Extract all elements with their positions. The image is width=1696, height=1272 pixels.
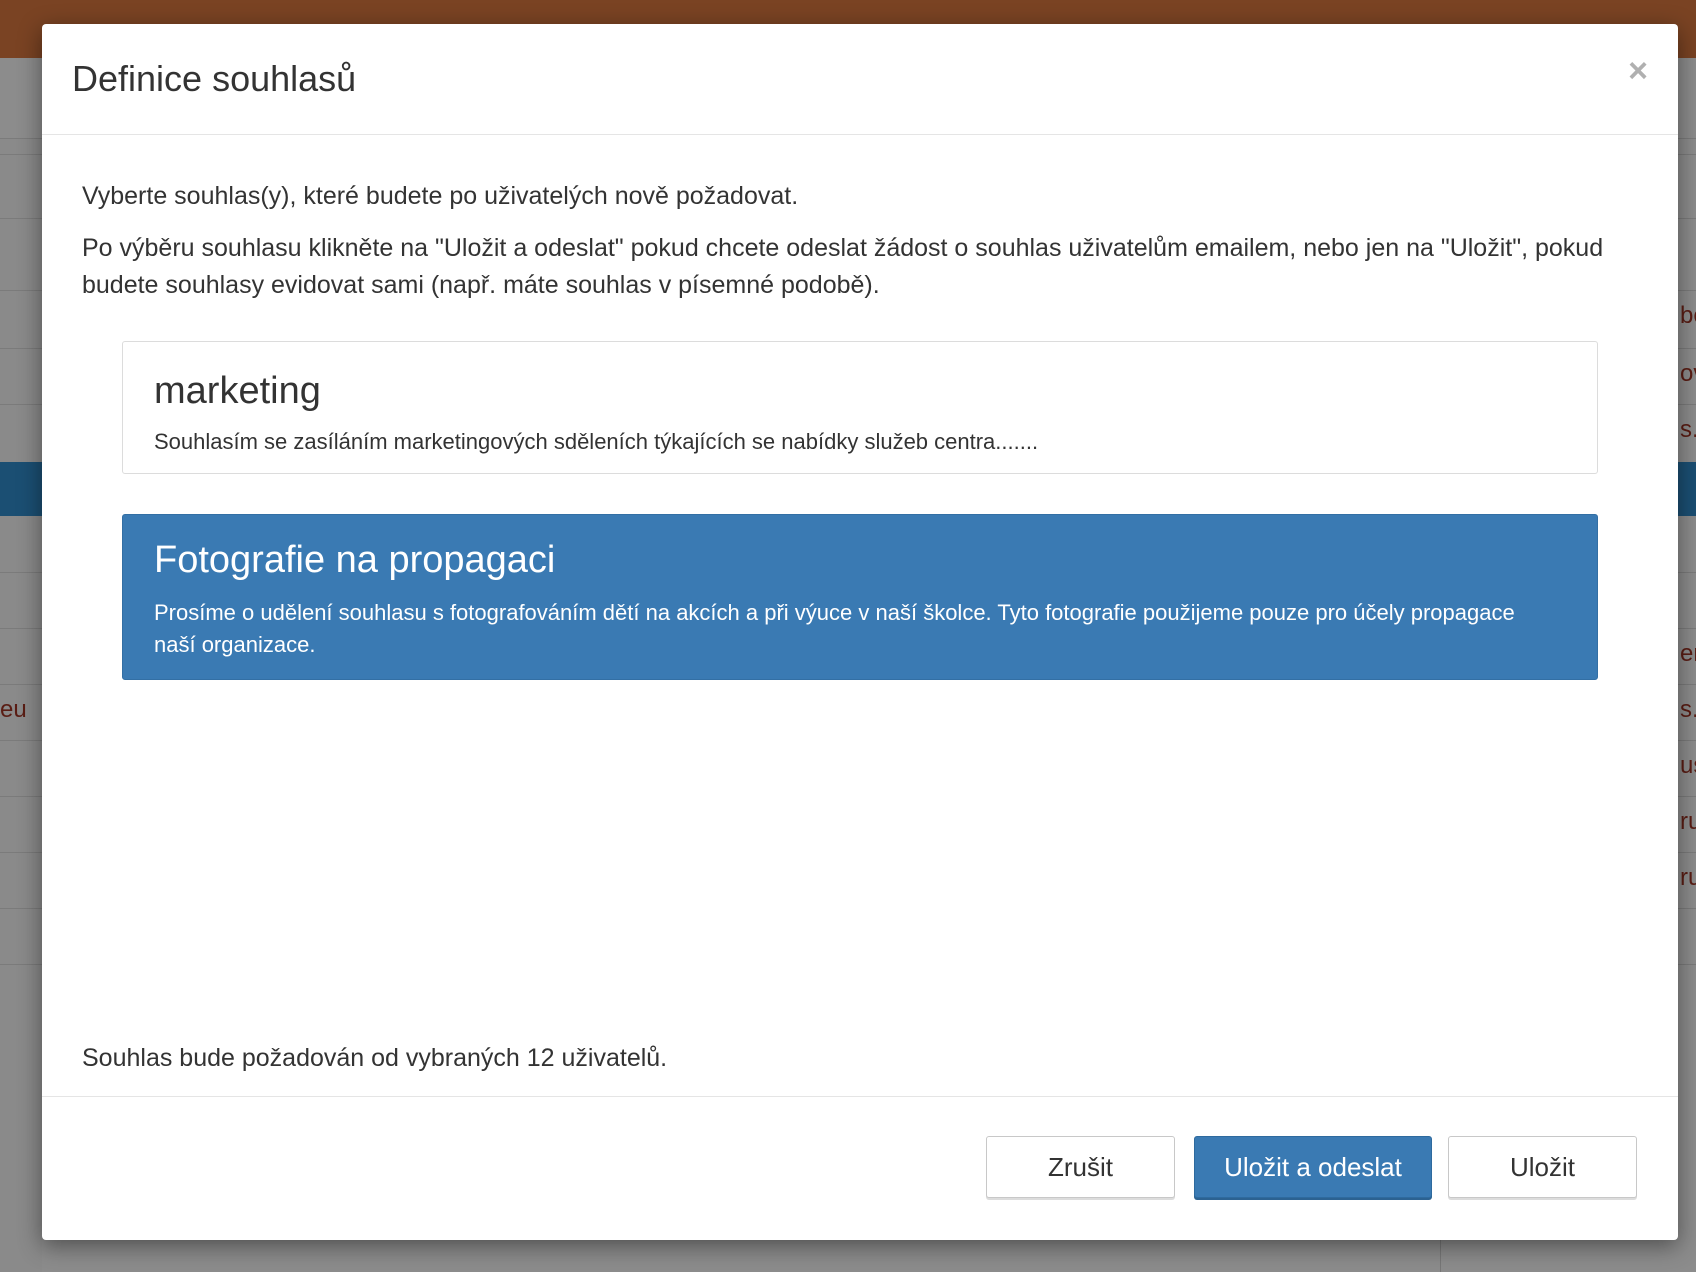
consent-title: Fotografie na propagaci (154, 539, 556, 581)
consent-option-marketing[interactable]: marketing Souhlasím se zasíláním marketi… (122, 341, 1598, 474)
consent-description: Souhlasím se zasíláním marketingových sd… (154, 429, 1039, 454)
bg-text-fragment: us (1680, 752, 1696, 779)
dialog-intro: Vyberte souhlas(y), které budete po uživ… (82, 178, 1632, 319)
dialog-footer (42, 1096, 1678, 1240)
bg-text-fragment: s.e (1680, 696, 1696, 723)
bg-text-fragment: s.e (1680, 416, 1696, 443)
bg-text-fragment: ru (1680, 864, 1696, 891)
dialog-title: Definice souhlasů (72, 58, 357, 99)
consent-description: Prosíme o udělení souhlasu s fotografová… (154, 600, 1515, 657)
close-icon[interactable]: × (1628, 54, 1648, 88)
consent-title: marketing (154, 370, 321, 412)
bg-text-fragment: ru (1680, 808, 1696, 835)
bg-text-fragment: ov (1680, 360, 1696, 387)
intro-explanation: Po výběru souhlasu klikněte na "Uložit a… (82, 234, 1604, 299)
consent-definition-dialog: Definice souhlasů × Vyberte souhlas(y), … (42, 24, 1678, 1240)
bg-text-fragment: be (1680, 302, 1696, 329)
cancel-button[interactable]: Zrušit (986, 1136, 1175, 1198)
bg-text-fragment: er (1680, 640, 1696, 667)
bg-text-fragment: eu (0, 696, 27, 723)
dialog-header: Definice souhlasů × (42, 24, 1678, 135)
intro-instruction: Vyberte souhlas(y), které budete po uživ… (82, 182, 799, 210)
save-button[interactable]: Uložit (1448, 1136, 1637, 1198)
consent-option-photography[interactable]: Fotografie na propagaci Prosíme o udělen… (122, 514, 1598, 680)
selected-users-summary: Souhlas bude požadován od vybraných 12 u… (82, 1044, 668, 1072)
save-and-send-button[interactable]: Uložit a odeslat (1194, 1136, 1432, 1198)
